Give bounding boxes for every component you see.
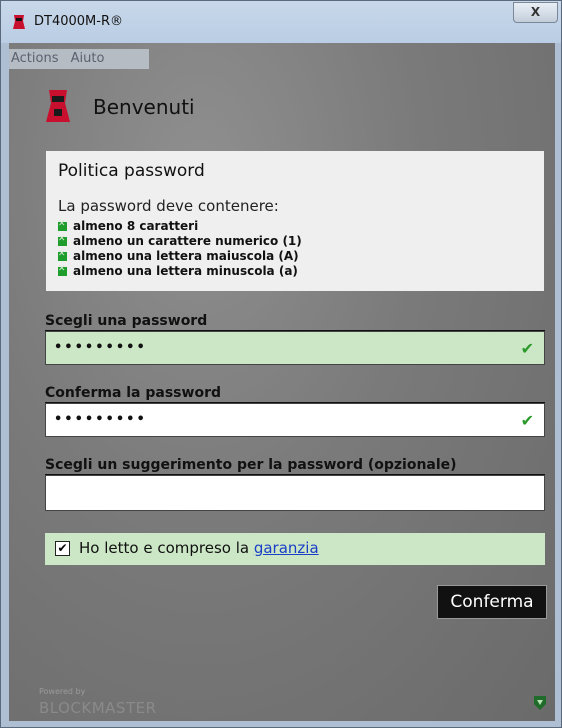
- warranty-agreement-row: ✔ Ho letto e compreso la garanzia: [45, 533, 545, 565]
- password-value: •••••••••: [54, 340, 147, 355]
- check-icon: [58, 234, 67, 246]
- confirm-password-label: Conferma la password: [45, 385, 221, 401]
- client-area: Actions Aiuto Benvenuti Politica passwor…: [9, 43, 555, 721]
- password-hint-label: Scegli un suggerimento per la password (…: [45, 457, 457, 473]
- warranty-checkbox[interactable]: ✔: [55, 541, 70, 556]
- title-bar[interactable]: DT4000M-R® X: [1, 1, 561, 43]
- window-title: DT4000M-R®: [34, 14, 123, 29]
- page-title: Benvenuti: [93, 95, 195, 119]
- warranty-link[interactable]: garanzia: [254, 539, 319, 557]
- password-label: Scegli una password: [45, 313, 208, 329]
- password-hint-input[interactable]: [45, 475, 545, 511]
- kingston-logo-icon: [46, 90, 70, 122]
- app-window: DT4000M-R® X Actions Aiuto Benvenuti Pol…: [0, 0, 562, 728]
- powered-by-label: Powered by: [39, 687, 86, 696]
- confirm-password-value: •••••••••: [54, 412, 147, 427]
- valid-check-icon: ✔: [520, 411, 534, 430]
- menu-help[interactable]: Aiuto: [69, 49, 111, 66]
- valid-check-icon: ✔: [520, 339, 534, 358]
- check-icon: [58, 264, 67, 276]
- requirement-item: almeno 8 caratteri: [58, 219, 198, 233]
- confirm-button[interactable]: Conferma: [437, 585, 547, 619]
- blockmaster-logo: BLOCKMASTER: [39, 699, 157, 717]
- requirement-item: almeno una lettera maiuscola (A): [58, 249, 299, 263]
- warranty-text: Ho letto e compreso la garanzia: [79, 539, 319, 557]
- close-button[interactable]: X: [513, 2, 558, 23]
- requirement-text: almeno una lettera maiuscola (A): [73, 249, 299, 263]
- shield-icon[interactable]: [533, 695, 547, 711]
- kingston-logo-icon: [13, 15, 25, 29]
- policy-intro: La password deve contenere:: [58, 197, 279, 215]
- requirement-item: almeno una lettera minuscola (a): [58, 264, 298, 278]
- check-icon: [58, 249, 67, 261]
- requirement-text: almeno un carattere numerico (1): [73, 234, 302, 248]
- menu-bar: Actions Aiuto: [9, 49, 149, 69]
- password-input[interactable]: ••••••••• ✔: [45, 331, 545, 365]
- warranty-label: Ho letto e compreso la: [79, 539, 254, 557]
- password-policy-panel: Politica password La password deve conte…: [46, 151, 544, 291]
- policy-title: Politica password: [58, 161, 205, 181]
- requirement-text: almeno una lettera minuscola (a): [73, 264, 298, 278]
- menu-actions[interactable]: Actions: [9, 49, 65, 66]
- requirement-item: almeno un carattere numerico (1): [58, 234, 302, 248]
- check-icon: [58, 219, 67, 231]
- confirm-password-input[interactable]: ••••••••• ✔: [45, 403, 545, 437]
- requirement-text: almeno 8 caratteri: [73, 219, 199, 233]
